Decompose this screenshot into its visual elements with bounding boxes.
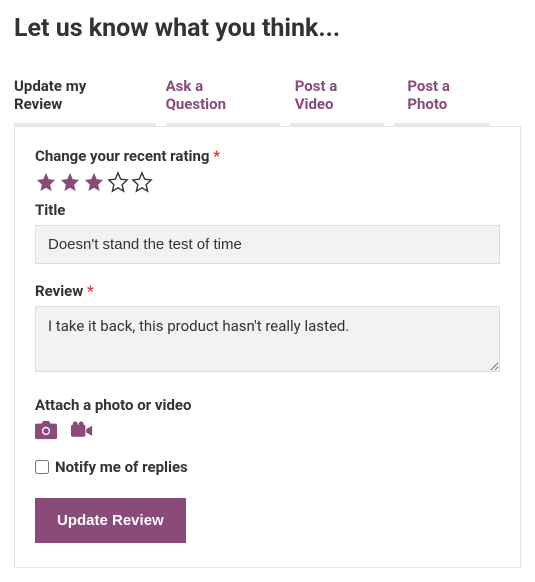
tab-update-review[interactable]: Update my Review — [14, 71, 150, 123]
star-5-icon[interactable] — [131, 171, 153, 193]
notify-checkbox[interactable] — [35, 460, 49, 474]
camera-icon[interactable] — [35, 420, 57, 440]
review-label: Review * — [35, 282, 500, 300]
title-label: Title — [35, 201, 500, 219]
required-marker: * — [87, 282, 94, 300]
tab-underline — [14, 123, 521, 126]
review-form-panel: Change your recent rating * Title Review… — [14, 126, 521, 568]
attach-label: Attach a photo or video — [35, 396, 500, 414]
tab-ask-question[interactable]: Ask a Question — [166, 71, 279, 123]
star-3-icon[interactable] — [83, 171, 105, 193]
review-textarea[interactable]: I take it back, this product hasn't real… — [35, 306, 500, 372]
tab-post-video[interactable]: Post a Video — [295, 71, 392, 123]
star-2-icon[interactable] — [59, 171, 81, 193]
title-input[interactable] — [35, 225, 500, 264]
rating-label: Change your recent rating * — [35, 147, 500, 165]
star-rating[interactable] — [35, 171, 500, 193]
page-title: Let us know what you think... — [14, 14, 521, 43]
update-review-button[interactable]: Update Review — [35, 498, 186, 543]
tab-post-photo[interactable]: Post a Photo — [407, 71, 505, 123]
notify-label: Notify me of replies — [55, 458, 188, 476]
tab-bar: Update my Review Ask a Question Post a V… — [14, 71, 521, 123]
attach-row — [35, 420, 500, 440]
notify-row: Notify me of replies — [35, 458, 500, 476]
required-marker: * — [213, 147, 220, 165]
star-1-icon[interactable] — [35, 171, 57, 193]
star-4-icon[interactable] — [107, 171, 129, 193]
video-icon[interactable] — [71, 420, 93, 440]
